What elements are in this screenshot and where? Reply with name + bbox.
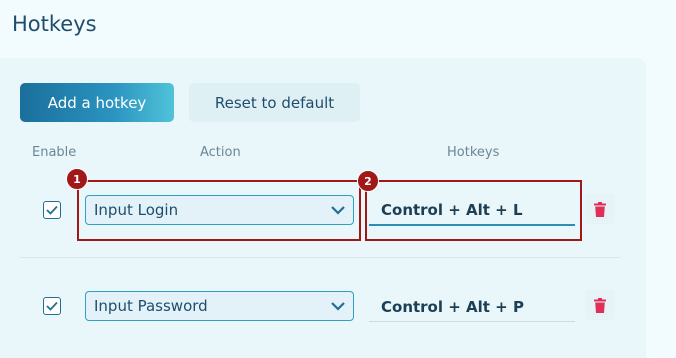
column-header-hotkeys: Hotkeys: [447, 145, 500, 160]
action-select-value: Input Password: [94, 297, 208, 315]
delete-hotkey-button-row-1[interactable]: [585, 194, 615, 224]
hotkey-field-row-2[interactable]: Control + Alt + P: [369, 292, 575, 322]
enable-checkbox-row-2[interactable]: [43, 297, 61, 315]
action-select-row-2[interactable]: Input Password: [85, 291, 354, 321]
reset-to-default-button[interactable]: Reset to default: [189, 83, 360, 122]
delete-hotkey-button-row-2[interactable]: [585, 290, 615, 320]
callout-box-2: [365, 180, 582, 241]
page-title: Hotkeys: [12, 12, 97, 36]
add-hotkey-button[interactable]: Add a hotkey: [20, 83, 174, 122]
callout-marker-1: 1: [66, 168, 88, 190]
trash-icon: [594, 297, 606, 313]
callout-number: 1: [73, 172, 81, 186]
callout-number: 2: [364, 174, 372, 188]
column-header-enable: Enable: [32, 145, 77, 160]
trash-icon: [594, 201, 606, 217]
callout-box-1: [77, 180, 361, 241]
checkmark-icon: [46, 301, 58, 311]
column-header-action: Action: [200, 145, 241, 160]
checkmark-icon: [46, 205, 58, 215]
enable-checkbox-row-1[interactable]: [43, 201, 61, 219]
row-divider: [20, 257, 620, 258]
chevron-down-icon: [331, 302, 345, 311]
callout-marker-2: 2: [357, 170, 379, 192]
